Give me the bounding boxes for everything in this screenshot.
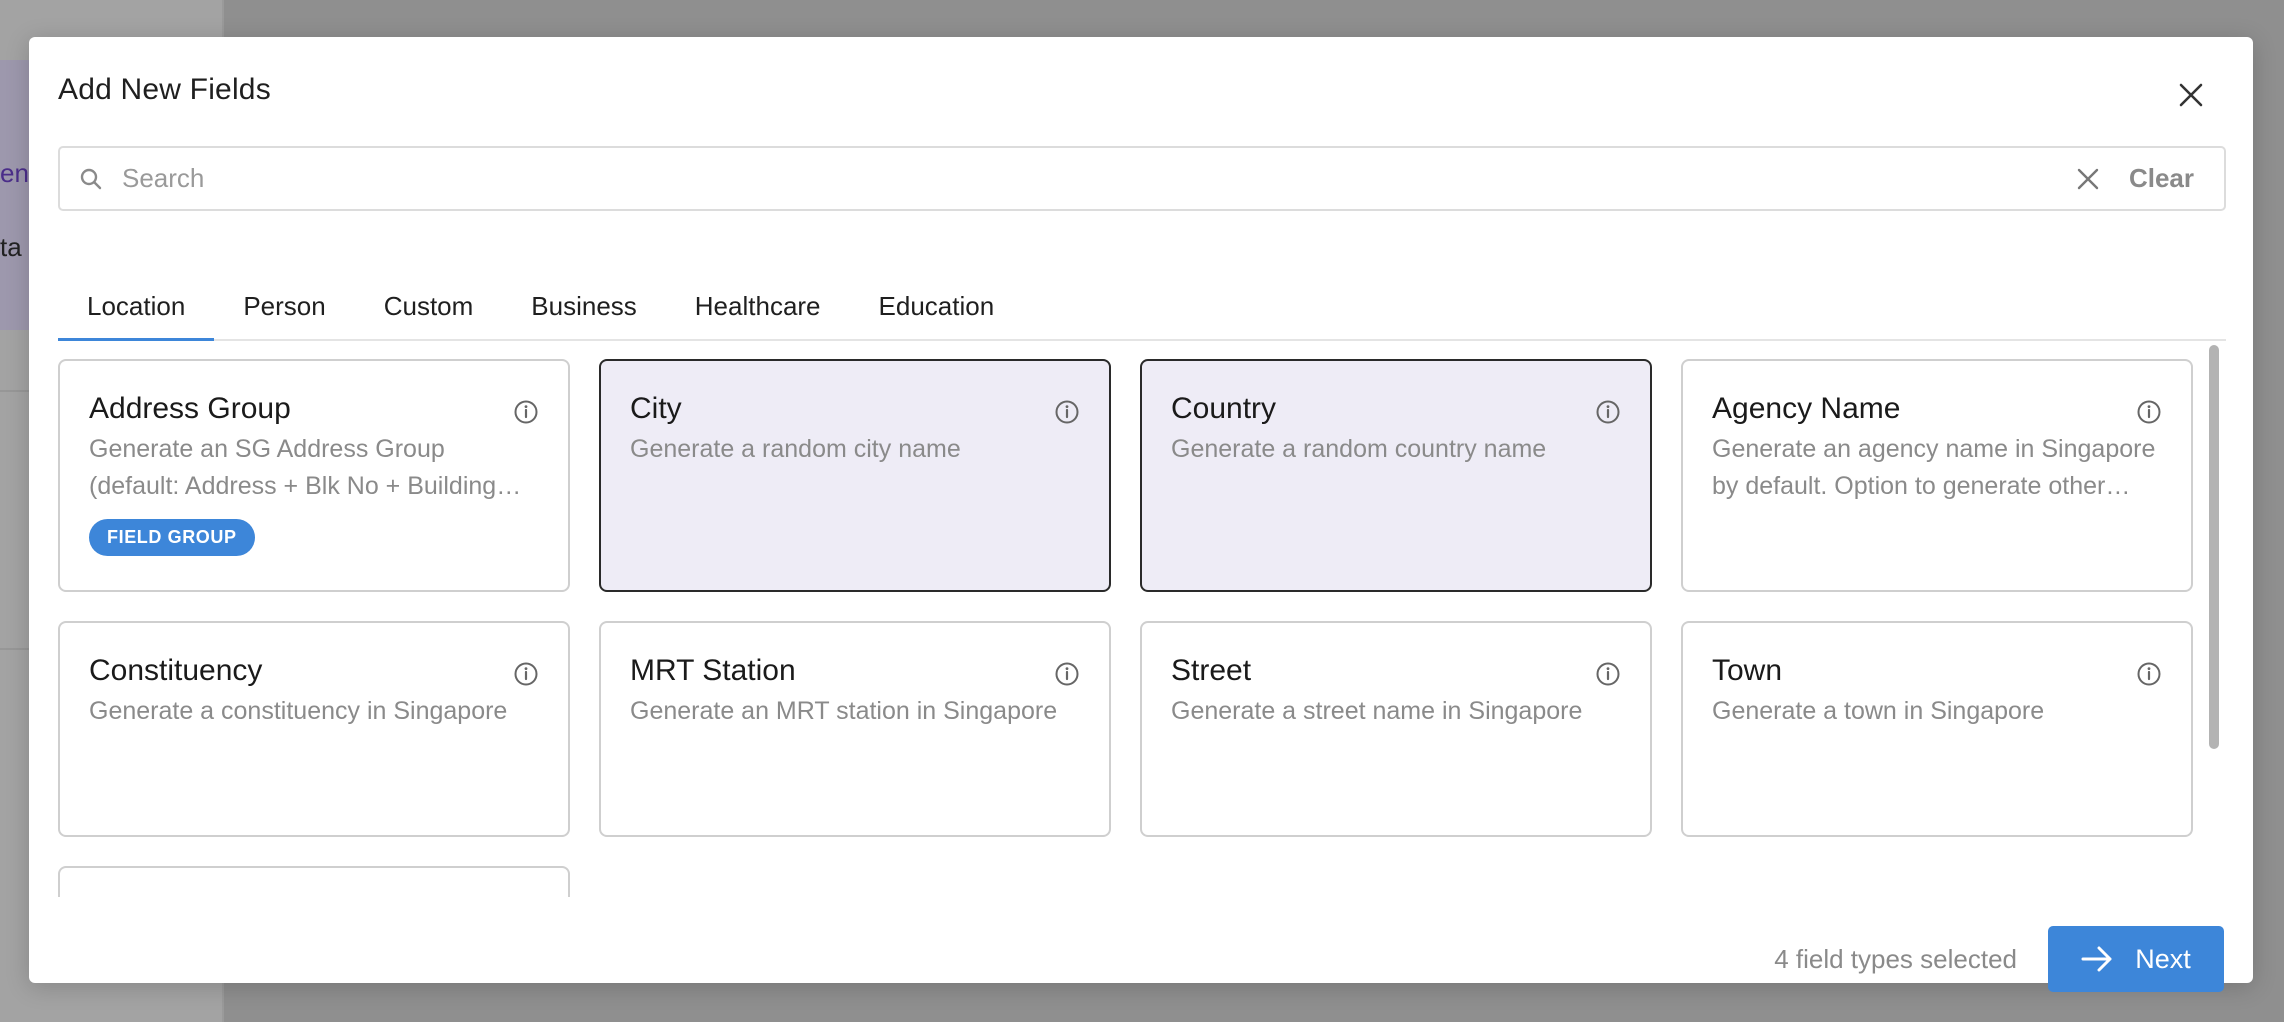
- clear-search-icon[interactable]: [2063, 168, 2113, 190]
- search-input[interactable]: [122, 148, 2063, 209]
- field-type-grid: Address Group Generate an SG Address Gro…: [58, 359, 2193, 897]
- next-button-label: Next: [2135, 943, 2191, 974]
- info-icon[interactable]: [1595, 661, 1621, 687]
- card-description: Generate a street name in Singapore: [1171, 697, 1583, 725]
- card-title: Street: [1171, 654, 1252, 687]
- field-card-street[interactable]: Street Generate a street name in Singapo…: [1140, 621, 1652, 837]
- card-title: Agency Name: [1712, 392, 1901, 425]
- field-card-town[interactable]: Town Generate a town in Singapore: [1681, 621, 2193, 837]
- tab-person[interactable]: Person: [214, 263, 354, 339]
- background-nav-text: ta: [0, 232, 22, 262]
- card-description: Generate an SG Address Group (default: A…: [89, 435, 497, 500]
- card-title: MRT Station: [630, 654, 796, 687]
- search-icon: [60, 167, 122, 191]
- info-icon[interactable]: [1054, 661, 1080, 687]
- tab-healthcare[interactable]: Healthcare: [666, 263, 850, 339]
- field-card-country[interactable]: Country Generate a random country name: [1140, 359, 1652, 592]
- selected-count: 4 field types selected: [1774, 944, 2017, 974]
- info-icon[interactable]: [2136, 661, 2162, 687]
- card-description: Generate a random country name: [1171, 435, 1547, 463]
- modal-title: Add New Fields: [58, 73, 271, 106]
- field-card-agency-name[interactable]: Agency Name Generate an agency name in S…: [1681, 359, 2193, 592]
- field-card-partial[interactable]: [58, 866, 570, 897]
- info-icon[interactable]: [513, 399, 539, 425]
- card-title: City: [630, 392, 682, 425]
- field-card-constituency[interactable]: Constituency Generate a constituency in …: [58, 621, 570, 837]
- background-active-nav: [0, 60, 30, 330]
- field-group-badge: FIELD GROUP: [89, 519, 255, 556]
- close-button[interactable]: [2169, 73, 2213, 117]
- info-icon[interactable]: [1595, 399, 1621, 425]
- background-nav-text: en: [0, 158, 29, 188]
- info-icon[interactable]: [2136, 399, 2162, 425]
- info-icon[interactable]: [1054, 399, 1080, 425]
- field-type-list[interactable]: Address Group Generate an SG Address Gro…: [58, 341, 2226, 897]
- card-description: Generate a constituency in Singapore: [89, 697, 508, 725]
- close-icon: [2179, 83, 2203, 107]
- card-title: Address Group: [89, 392, 291, 425]
- tab-custom[interactable]: Custom: [355, 263, 503, 339]
- scrollbar-thumb[interactable]: [2209, 345, 2219, 749]
- card-title: Country: [1171, 392, 1277, 425]
- card-title: Town: [1712, 654, 1783, 687]
- card-description: Generate an agency name in Singapore by …: [1712, 435, 2156, 500]
- field-card-mrt-station[interactable]: MRT Station Generate an MRT station in S…: [599, 621, 1111, 837]
- card-description: Generate a town in Singapore: [1712, 697, 2045, 725]
- field-card-city[interactable]: City Generate a random city name: [599, 359, 1111, 592]
- search-bar: Clear: [58, 146, 2226, 211]
- next-button[interactable]: Next: [2048, 926, 2224, 992]
- add-fields-modal: Add New Fields Clear Location Person Cus…: [29, 37, 2253, 992]
- card-title: Constituency: [89, 654, 263, 687]
- clear-button[interactable]: Clear: [2113, 163, 2224, 194]
- category-tabs: Location Person Custom Business Healthca…: [58, 263, 2226, 341]
- card-description: Generate an MRT station in Singapore: [630, 697, 1058, 725]
- info-icon[interactable]: [513, 661, 539, 687]
- tab-location[interactable]: Location: [58, 263, 215, 341]
- arrow-right-icon: [2081, 946, 2112, 972]
- tab-education[interactable]: Education: [850, 263, 1024, 339]
- field-card-address-group[interactable]: Address Group Generate an SG Address Gro…: [58, 359, 570, 592]
- card-description: Generate a random city name: [630, 435, 961, 463]
- tab-business[interactable]: Business: [502, 263, 666, 339]
